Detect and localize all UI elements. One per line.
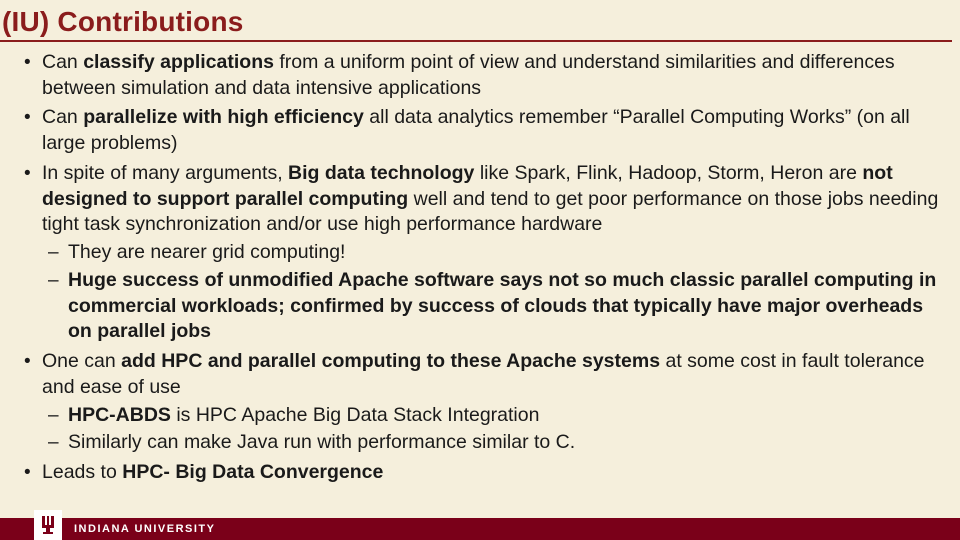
brand-footer: INDIANA UNIVERSITY xyxy=(0,518,960,540)
sub-bullet-list: They are nearer grid computing! Huge succ… xyxy=(42,240,942,345)
text-run: They are nearer grid computing! xyxy=(68,241,345,263)
text-run: Huge success of unmodified Apache softwa… xyxy=(68,269,936,342)
list-item: Leads to HPC- Big Data Convergence xyxy=(18,460,942,486)
bullet-list: Can classify applications from a uniform… xyxy=(18,50,942,486)
iu-logo xyxy=(34,510,62,540)
trident-icon xyxy=(39,514,57,536)
text-run: Leads to xyxy=(42,461,122,483)
sub-bullet-list: HPC-ABDS is HPC Apache Big Data Stack In… xyxy=(42,403,942,456)
slide-title: (IU) Contributions xyxy=(0,0,952,42)
list-item: Huge success of unmodified Apache softwa… xyxy=(42,268,942,345)
list-item: One can add HPC and parallel computing t… xyxy=(18,349,942,456)
text-run: is HPC Apache Big Data Stack Integration xyxy=(176,404,539,426)
text-run: parallelize with high efficiency xyxy=(83,106,369,128)
text-run: Big data technology xyxy=(288,162,480,184)
text-run: Can xyxy=(42,106,83,128)
text-run: HPC- Big Data Convergence xyxy=(122,461,383,483)
text-run: classify applications xyxy=(83,51,279,73)
list-item: Can parallelize with high efficiency all… xyxy=(18,105,942,156)
footer-org: INDIANA UNIVERSITY xyxy=(74,523,216,535)
list-item: Similarly can make Java run with perform… xyxy=(42,430,942,456)
text-run: HPC-ABDS xyxy=(68,404,176,426)
text-run: Similarly can make Java run with perform… xyxy=(68,431,575,453)
list-item: Can classify applications from a uniform… xyxy=(18,50,942,101)
text-run: add HPC and parallel computing to these … xyxy=(121,350,665,372)
text-run: One can xyxy=(42,350,121,372)
text-run: like Spark, Flink, Hadoop, Storm, Heron … xyxy=(480,162,863,184)
list-item: They are nearer grid computing! xyxy=(42,240,942,266)
text-run: In spite of many arguments, xyxy=(42,162,288,184)
text-run: Can xyxy=(42,51,83,73)
slide-body: Can classify applications from a uniform… xyxy=(0,46,960,486)
list-item: HPC-ABDS is HPC Apache Big Data Stack In… xyxy=(42,403,942,429)
list-item: In spite of many arguments, Big data tec… xyxy=(18,161,942,345)
